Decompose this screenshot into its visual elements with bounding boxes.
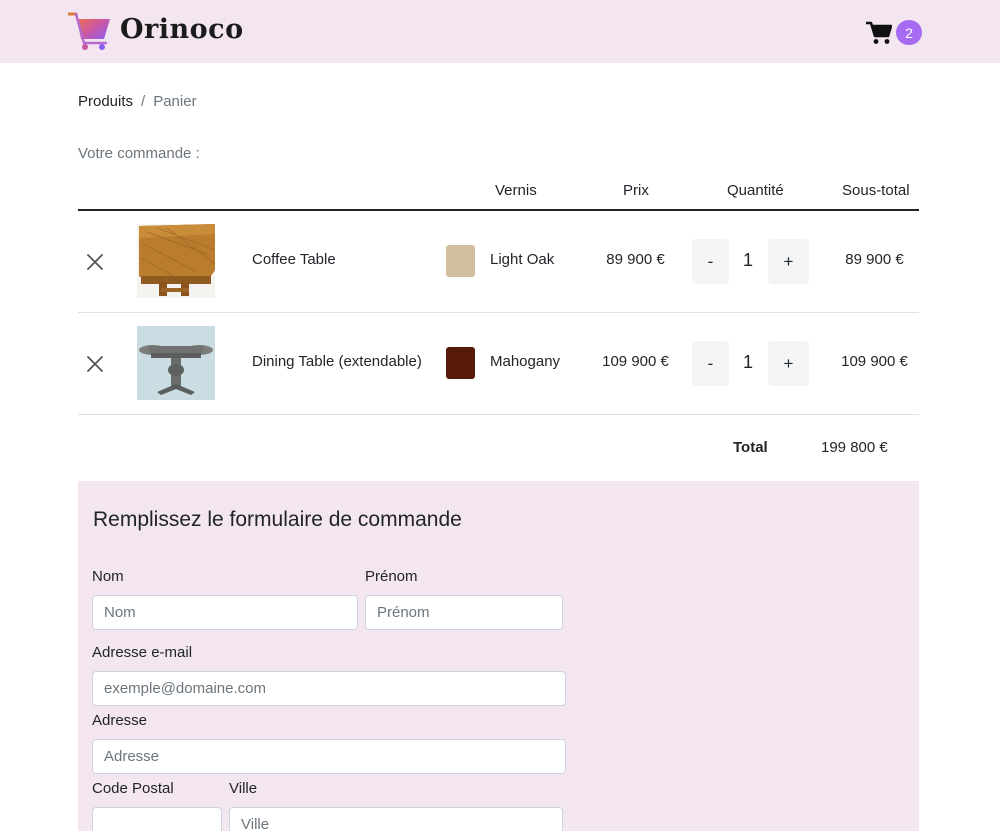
- quantity-increase-button[interactable]: +: [768, 239, 809, 284]
- breadcrumb-products-link[interactable]: Produits: [78, 93, 133, 110]
- finish-swatch: [446, 347, 475, 379]
- column-header-quantity: Quantité: [727, 182, 784, 199]
- postal-code-input[interactable]: [92, 807, 222, 831]
- breadcrumb-current: Panier: [153, 93, 197, 110]
- finish-swatch: [446, 245, 475, 277]
- item-subtotal: 89 900 €: [845, 251, 904, 268]
- brand-logo[interactable]: Orinoco: [68, 11, 243, 51]
- first-name-input[interactable]: [365, 595, 563, 630]
- order-title: Votre commande :: [78, 145, 200, 162]
- item-subtotal: 109 900 €: [841, 353, 908, 370]
- product-name: Dining Table (extendable): [252, 353, 422, 370]
- product-thumbnail[interactable]: [137, 326, 215, 400]
- product-thumbnail[interactable]: [137, 224, 216, 298]
- quantity-increase-button[interactable]: +: [768, 341, 809, 386]
- breadcrumb-separator: /: [141, 93, 146, 110]
- last-name-input[interactable]: [92, 595, 358, 630]
- remove-item-button[interactable]: [84, 251, 106, 273]
- address-label: Adresse: [92, 712, 148, 729]
- quantity-value: 1: [742, 250, 753, 270]
- quantity-decrease-button[interactable]: -: [692, 341, 729, 386]
- city-input[interactable]: [229, 807, 563, 831]
- last-name-label: Nom: [92, 568, 124, 585]
- finish-name: Light Oak: [490, 251, 555, 268]
- item-price: 89 900 €: [606, 251, 665, 268]
- cart-row: Dining Table (extendable) Mahogany 109 9…: [78, 313, 919, 415]
- breadcrumb: Produits / Panier: [78, 93, 197, 110]
- brand-name: Orinoco: [120, 14, 244, 45]
- shopping-cart-gradient-icon: [68, 12, 110, 50]
- form-title: Remplissez le formulaire de commande: [93, 508, 462, 531]
- column-header-price: Prix: [623, 182, 649, 199]
- finish-name: Mahogany: [490, 353, 561, 370]
- cart-button[interactable]: [866, 18, 892, 48]
- remove-item-button[interactable]: [84, 353, 106, 375]
- email-label: Adresse e-mail: [92, 644, 193, 661]
- column-header-subtotal: Sous-total: [842, 182, 910, 199]
- cart-row: Coffee Table Light Oak 89 900 € - 1 + 89…: [78, 211, 919, 313]
- order-form: Remplissez le formulaire de commande Nom…: [78, 481, 919, 831]
- first-name-label: Prénom: [365, 568, 418, 585]
- shopping-cart-icon: [866, 21, 892, 44]
- column-header-finish: Vernis: [495, 182, 537, 199]
- product-name: Coffee Table: [252, 251, 336, 268]
- close-icon: [87, 254, 103, 270]
- postal-code-label: Code Postal: [92, 780, 174, 797]
- total-value: 199 800 €: [821, 439, 888, 456]
- close-icon: [87, 356, 103, 372]
- quantity-decrease-button[interactable]: -: [692, 239, 729, 284]
- quantity-value: 1: [742, 352, 753, 372]
- item-price: 109 900 €: [602, 353, 669, 370]
- total-label: Total: [733, 439, 768, 456]
- city-label: Ville: [229, 780, 258, 797]
- site-header: Orinoco 2: [0, 0, 1000, 63]
- email-input[interactable]: [92, 671, 566, 706]
- address-input[interactable]: [92, 739, 566, 774]
- cart-count-badge: 2: [896, 20, 922, 45]
